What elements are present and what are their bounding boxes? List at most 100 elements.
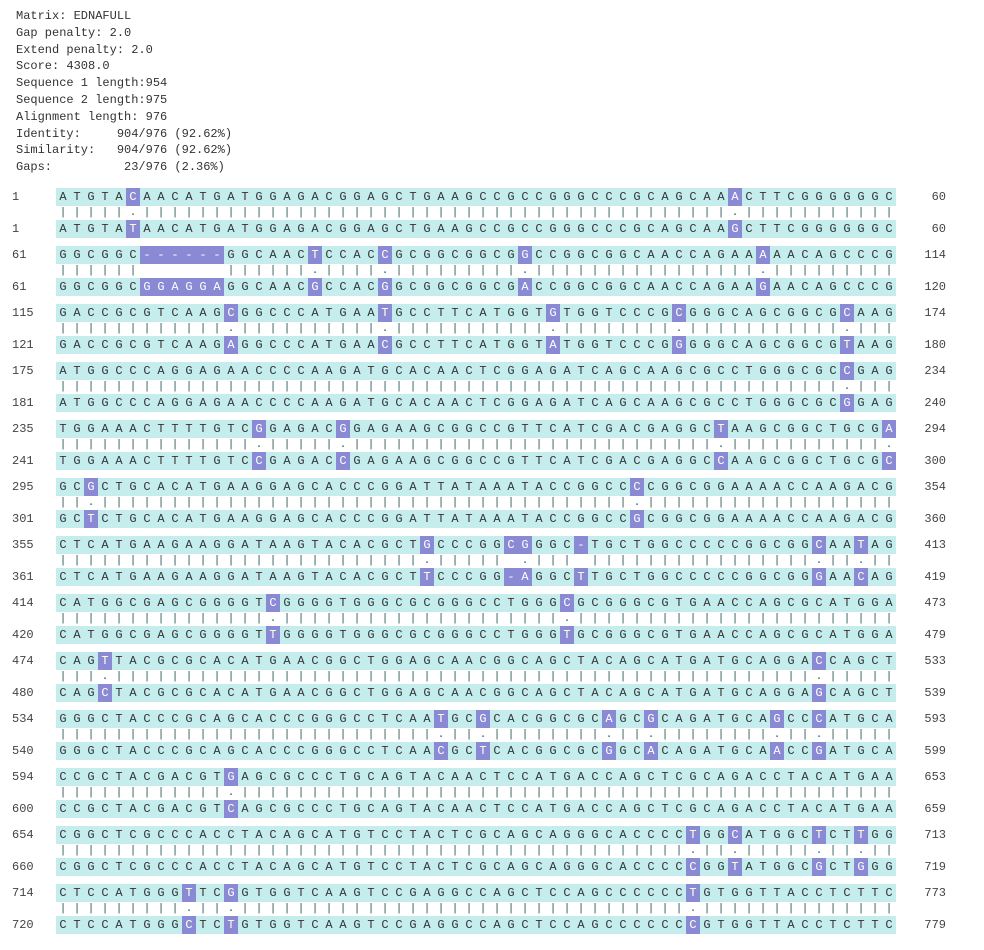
match-tick: |	[392, 670, 406, 684]
match-tick: |	[784, 844, 798, 858]
base: C	[784, 594, 798, 612]
match-tick: |	[280, 322, 294, 336]
spacer	[902, 786, 946, 800]
base: C	[406, 304, 420, 322]
match-tick: |	[140, 670, 154, 684]
match-tick: .	[644, 728, 658, 742]
base: G	[266, 652, 280, 670]
base: A	[448, 220, 462, 238]
base: G	[532, 710, 546, 728]
base: G	[574, 478, 588, 496]
match-tick: |	[728, 322, 742, 336]
base: C	[56, 858, 70, 876]
base: T	[868, 916, 882, 934]
base: G	[84, 452, 98, 470]
base: G	[224, 594, 238, 612]
sequence: CCGCTACGACGTGAGCGCCCTGCAGTACAACTCCATGACC…	[56, 768, 896, 786]
base: G	[266, 478, 280, 496]
match-tick: |	[700, 496, 714, 510]
base: A	[616, 768, 630, 786]
match-tick: |	[840, 264, 854, 278]
base: T	[112, 652, 126, 670]
base: C	[490, 362, 504, 380]
base: G	[392, 478, 406, 496]
base: T	[574, 420, 588, 438]
base: C	[84, 884, 98, 902]
base: C	[672, 768, 686, 786]
base: G	[210, 594, 224, 612]
match-tick: |	[714, 206, 728, 220]
sequence: GGCGGC------GGCAACTCCACCGCGGCGGCGGCCGGCG…	[56, 246, 896, 264]
base: T	[742, 394, 756, 412]
match-tick: |	[112, 438, 126, 452]
base: C	[518, 884, 532, 902]
base: G	[154, 684, 168, 702]
base: T	[112, 800, 126, 818]
base: G	[350, 858, 364, 876]
match-tick: |	[308, 728, 322, 742]
base: A	[406, 710, 420, 728]
sequence-row: 654CGGCTCGCCCACCTACAGCATGTCCTACTCGCAGCAG…	[12, 826, 976, 844]
match-tick: |	[882, 496, 896, 510]
base: C	[560, 594, 574, 612]
base: C	[784, 710, 798, 728]
base: C	[630, 478, 644, 496]
match-tick: |	[84, 670, 98, 684]
base: G	[672, 420, 686, 438]
base: A	[448, 800, 462, 818]
position-start: 1	[12, 222, 56, 236]
base: T	[308, 246, 322, 264]
base: C	[854, 420, 868, 438]
base: G	[70, 452, 84, 470]
match-tick: |	[588, 264, 602, 278]
base: C	[98, 304, 112, 322]
match-tick: |	[490, 786, 504, 800]
base: G	[336, 336, 350, 354]
position-end: 174	[902, 306, 946, 320]
base: G	[378, 626, 392, 644]
base: C	[672, 800, 686, 818]
match-tick: |	[518, 786, 532, 800]
base: A	[560, 420, 574, 438]
position-start: 474	[12, 654, 56, 668]
base: C	[392, 594, 406, 612]
match-tick: |	[70, 728, 84, 742]
base: A	[182, 336, 196, 354]
base: C	[728, 304, 742, 322]
match-tick: |	[602, 206, 616, 220]
base: A	[238, 394, 252, 412]
match-tick: |	[588, 728, 602, 742]
match-tick: |	[672, 612, 686, 626]
base: C	[854, 278, 868, 296]
base: A	[420, 916, 434, 934]
sequence-row: 720CTCCATGGGCTCTGTGGTCAAGTCCGAGGCCAGCTCC…	[12, 916, 976, 934]
base: A	[126, 710, 140, 728]
base: C	[644, 478, 658, 496]
position-end: 360	[902, 512, 946, 526]
match-tick: |	[210, 206, 224, 220]
base: G	[70, 826, 84, 844]
base: G	[644, 536, 658, 554]
base: T	[252, 916, 266, 934]
spacer	[12, 496, 56, 510]
match-tick: |	[336, 380, 350, 394]
base: T	[98, 188, 112, 206]
match-tick: |	[728, 496, 742, 510]
base: C	[644, 800, 658, 818]
base: T	[420, 478, 434, 496]
base: T	[574, 684, 588, 702]
base: G	[630, 800, 644, 818]
match-tick: |	[630, 380, 644, 394]
base: G	[266, 452, 280, 470]
base: -	[182, 246, 196, 264]
base: G	[518, 336, 532, 354]
base: A	[742, 478, 756, 496]
base: G	[238, 916, 252, 934]
base: G	[672, 362, 686, 380]
seq1-length-line: Sequence 1 length:954	[16, 75, 976, 92]
base: G	[280, 800, 294, 818]
base: T	[196, 220, 210, 238]
base: G	[420, 420, 434, 438]
match-tick: |	[770, 438, 784, 452]
base: C	[98, 826, 112, 844]
